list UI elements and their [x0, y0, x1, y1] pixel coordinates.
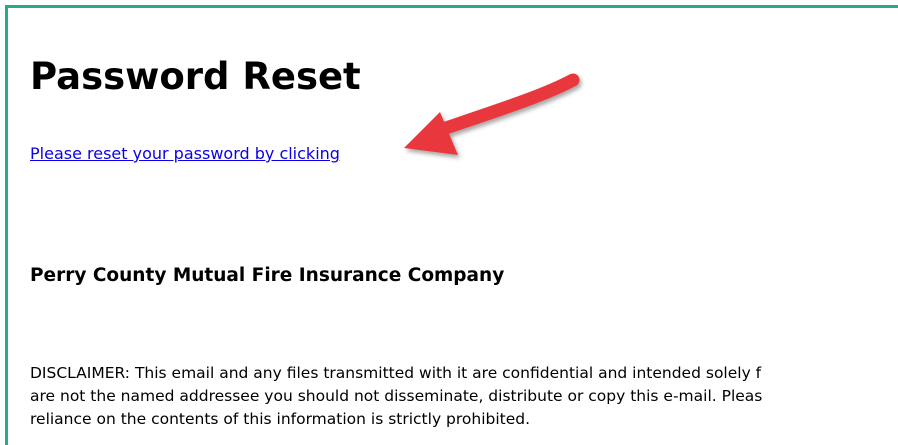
disclaimer-text: DISCLAIMER: This email and any files tra…	[30, 362, 898, 431]
reset-password-link[interactable]: Please reset your password by clicking	[30, 143, 340, 165]
disclaimer-line: reliance on the contents of this informa…	[30, 410, 531, 428]
disclaimer-line: are not the named addressee you should n…	[30, 387, 763, 405]
email-title: Password Reset	[30, 55, 361, 98]
company-name: Perry County Mutual Fire Insurance Compa…	[30, 265, 505, 286]
disclaimer-line: DISCLAIMER: This email and any files tra…	[30, 364, 762, 382]
